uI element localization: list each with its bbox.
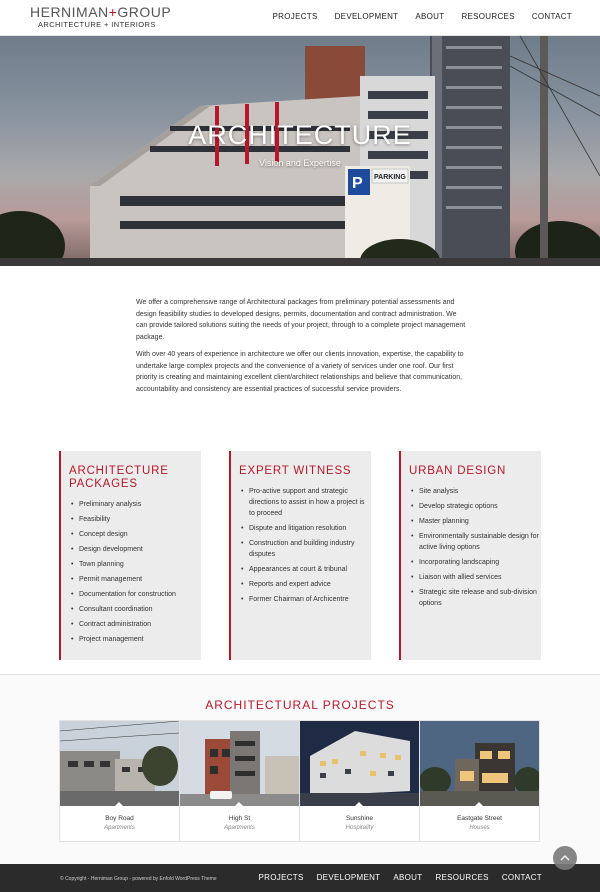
nav-resources[interactable]: RESOURCES	[461, 12, 514, 21]
logo[interactable]: HERNIMAN+GROUP ARCHITECTURE + INTERIORS	[30, 5, 171, 29]
list-item: Permit management	[69, 574, 201, 585]
project-type: Hospitality	[345, 825, 374, 831]
caret-icon	[475, 802, 483, 806]
project-thumbnail[interactable]	[420, 721, 539, 806]
project-thumbnail[interactable]	[180, 721, 299, 806]
project-thumbnail[interactable]	[300, 721, 419, 806]
nav-about[interactable]: ABOUT	[415, 12, 444, 21]
footer-nav-development[interactable]: DEVELOPMENT	[317, 873, 381, 882]
project-type: Apartments	[224, 825, 255, 831]
copyright: © Copyright - Herniman Group - powered b…	[60, 876, 217, 882]
hero-image: P PARKING	[0, 36, 600, 266]
project-card-eastgate-street[interactable]: Eastgate Street Houses	[419, 720, 540, 842]
footer-nav-resources[interactable]: RESOURCES	[435, 873, 488, 882]
page-title: ARCHITECTURE	[188, 120, 412, 150]
svg-text:P: P	[352, 175, 363, 192]
hero-banner: P PARKING ARCHITECTURE Vision and Expert…	[0, 36, 600, 266]
list-item: Reports and expert advice	[239, 579, 371, 590]
list-item: Project management	[69, 634, 201, 645]
list-item: Documentation for construction	[69, 589, 201, 600]
card-urban-design: URBAN DESIGN Site analysis Develop strat…	[399, 451, 541, 660]
card-list: Pro-active support and strategic directi…	[239, 486, 371, 605]
project-card-boy-road[interactable]: Boy Road Apartments	[59, 720, 180, 842]
list-item: Develop strategic options	[409, 501, 541, 512]
caret-icon	[115, 802, 123, 806]
chevron-up-icon	[560, 855, 570, 861]
project-type: Houses	[469, 825, 490, 831]
list-item: Master planning	[409, 516, 541, 527]
caret-icon	[355, 802, 363, 806]
nav-contact[interactable]: CONTACT	[532, 12, 572, 21]
project-card-sunshine[interactable]: Sunshine Hospitality	[299, 720, 420, 842]
footer-nav-projects[interactable]: PROJECTS	[259, 873, 304, 882]
list-item: Contract administration	[69, 619, 201, 630]
list-item: Liaison with allied services	[409, 572, 541, 583]
footer-nav: PROJECTS DEVELOPMENT ABOUT RESOURCES CON…	[246, 873, 542, 882]
list-item: Town planning	[69, 559, 201, 570]
main-nav: PROJECTS DEVELOPMENT ABOUT RESOURCES CON…	[256, 12, 572, 21]
scroll-to-top-button[interactable]	[553, 846, 577, 870]
list-item: Strategic site release and sub-division …	[409, 587, 541, 609]
list-item: Environmentally sustainable design for a…	[409, 531, 541, 553]
card-list: Site analysis Develop strategic options …	[409, 486, 541, 609]
project-type: Apartments	[104, 825, 135, 831]
svg-text:PARKING: PARKING	[374, 174, 406, 181]
nav-development[interactable]: DEVELOPMENT	[335, 12, 399, 21]
card-architecture-packages: ARCHITECTURE PACKAGES Preliminary analys…	[59, 451, 201, 660]
list-item: Construction and building industry dispu…	[239, 538, 371, 560]
project-name[interactable]: Sunshine	[300, 815, 419, 822]
card-title: EXPERT WITNESS	[239, 465, 352, 477]
footer-nav-about[interactable]: ABOUT	[393, 873, 422, 882]
nav-projects[interactable]: PROJECTS	[273, 12, 318, 21]
projects-section: ARCHITECTURAL PROJECTS Boy Road Apartmen…	[0, 674, 600, 864]
list-item: Preliminary analysis	[69, 499, 201, 510]
card-title: URBAN DESIGN	[409, 465, 507, 477]
list-item: Feasibility	[69, 514, 201, 525]
site-header: HERNIMAN+GROUP ARCHITECTURE + INTERIORS …	[0, 0, 600, 36]
list-item: Appearances at court & tribunal	[239, 564, 371, 575]
project-thumbnail[interactable]	[60, 721, 179, 806]
intro-paragraph: With over 40 years of experience in arch…	[136, 351, 464, 393]
list-item: Former Chairman of Archicentre	[239, 594, 371, 605]
list-item: Pro-active support and strategic directi…	[239, 486, 371, 519]
caret-icon	[235, 802, 243, 806]
list-item: Site analysis	[409, 486, 541, 497]
intro-text: We offer a comprehensive range of Archit…	[136, 297, 466, 401]
list-item: Dispute and litigation resolution	[239, 523, 371, 534]
project-name[interactable]: High St	[180, 815, 299, 822]
section-title: ARCHITECTURAL PROJECTS	[205, 698, 395, 712]
footer-nav-contact[interactable]: CONTACT	[502, 873, 542, 882]
list-item: Concept design	[69, 529, 201, 540]
list-item: Design development	[69, 544, 201, 555]
list-item: Incorporating landscaping	[409, 557, 541, 568]
card-list: Preliminary analysis Feasibility Concept…	[69, 499, 201, 645]
project-name[interactable]: Boy Road	[60, 815, 179, 822]
page-subtitle: Vision and Expertise	[259, 158, 341, 168]
project-card-high-st[interactable]: High St Apartments	[179, 720, 300, 842]
logo-tagline: ARCHITECTURE + INTERIORS	[38, 20, 156, 29]
logo-wordmark: HERNIMAN+GROUP	[30, 4, 172, 20]
site-footer: © Copyright - Herniman Group - powered b…	[0, 864, 600, 892]
intro-paragraph: We offer a comprehensive range of Archit…	[136, 299, 466, 341]
project-name[interactable]: Eastgate Street	[420, 815, 539, 822]
card-title: ARCHITECTURE PACKAGES	[69, 465, 169, 490]
list-item: Consultant coordination	[69, 604, 201, 615]
card-expert-witness: EXPERT WITNESS Pro-active support and st…	[229, 451, 371, 660]
